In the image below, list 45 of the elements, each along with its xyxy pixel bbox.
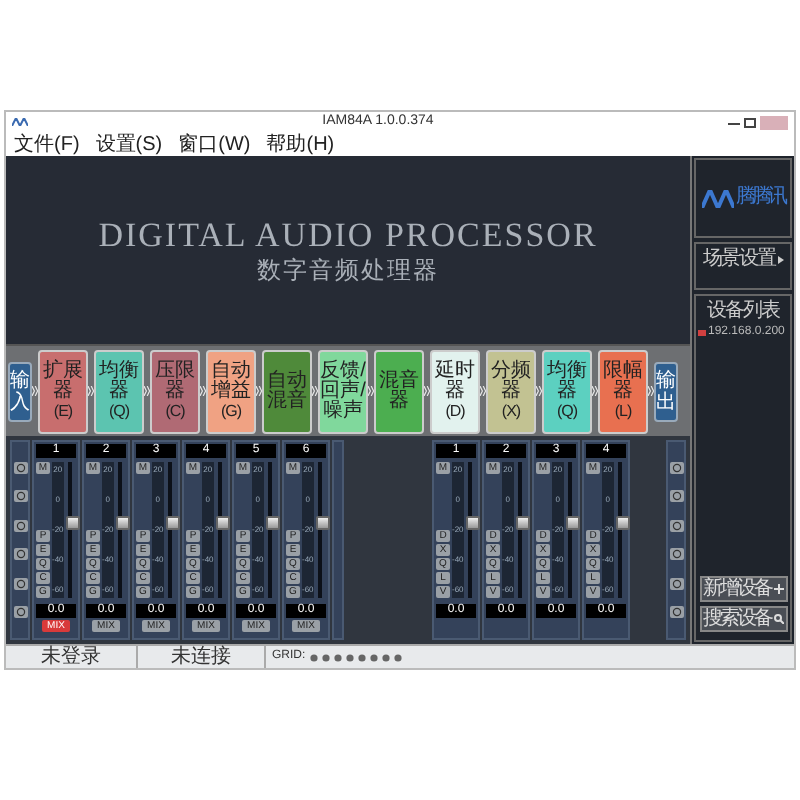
module-key: (Q): [108, 401, 130, 421]
splash-title: DIGITAL AUDIO PROCESSOR: [98, 216, 598, 256]
menu-item[interactable]: 帮助(H): [266, 133, 335, 155]
module-name: 均衡器: [97, 361, 141, 401]
chain-module-block[interactable]: 分频器 (X): [486, 349, 536, 433]
chain-module-block[interactable]: 自动增益 (G): [206, 349, 256, 433]
module-name: 自动增益: [209, 361, 253, 401]
device-action-button[interactable]: 新增设备: [699, 576, 787, 602]
chain-io-block[interactable]: 输入: [8, 361, 32, 421]
login-status: 未登录: [6, 646, 138, 668]
chain-module-block[interactable]: 压限器 (C): [150, 349, 200, 433]
module-name: 混音器: [377, 371, 421, 411]
chain-module-block[interactable]: 混音器: [374, 349, 424, 433]
device-action-button[interactable]: 搜索设备: [699, 606, 787, 632]
module-key: (D): [445, 401, 465, 421]
connection-status: 未连接: [138, 646, 266, 668]
module-key: (X): [501, 401, 521, 421]
chain-module-block[interactable]: 限幅器 (L): [598, 349, 648, 433]
module-key: (E): [53, 401, 73, 421]
chain-module-block[interactable]: 均衡器 (Q): [94, 349, 144, 433]
menu-item[interactable]: 窗口(W): [178, 133, 251, 155]
chain-module-block[interactable]: 均衡器 (Q): [542, 349, 592, 433]
menu-item[interactable]: 设置(S): [95, 133, 163, 155]
module-name: 扩展器: [41, 361, 85, 401]
module-name: 分频器: [489, 361, 533, 401]
logo-text: 腾腾讯: [736, 188, 784, 208]
scene-dropdown[interactable]: 场景设置: [696, 248, 790, 270]
chain-module-block[interactable]: 延时器 (D): [430, 349, 480, 433]
device-list-title: 设备列表: [705, 300, 782, 322]
module-key: (Q): [556, 401, 578, 421]
module-name: 反馈/回声/噪声: [320, 361, 366, 421]
module-name: 限幅器: [601, 361, 645, 401]
module-name: 压限器: [153, 361, 197, 401]
menu-item[interactable]: 文件(F): [14, 133, 80, 155]
module-key: (C): [165, 401, 185, 421]
chain-module-block[interactable]: 扩展器 (E): [38, 349, 88, 433]
module-name: 延时器: [433, 361, 477, 401]
chain-io-block[interactable]: 输出: [654, 361, 678, 421]
module-name: 均衡器: [545, 361, 589, 401]
splash-subtitle: 数字音频处理器: [257, 256, 439, 284]
chain-module-block[interactable]: 反馈/回声/噪声: [318, 349, 368, 433]
module-name: 自动混音: [265, 371, 309, 411]
module-key: (L): [614, 401, 632, 421]
chain-module-block[interactable]: 自动混音: [262, 349, 312, 433]
module-key: (G): [220, 401, 242, 421]
